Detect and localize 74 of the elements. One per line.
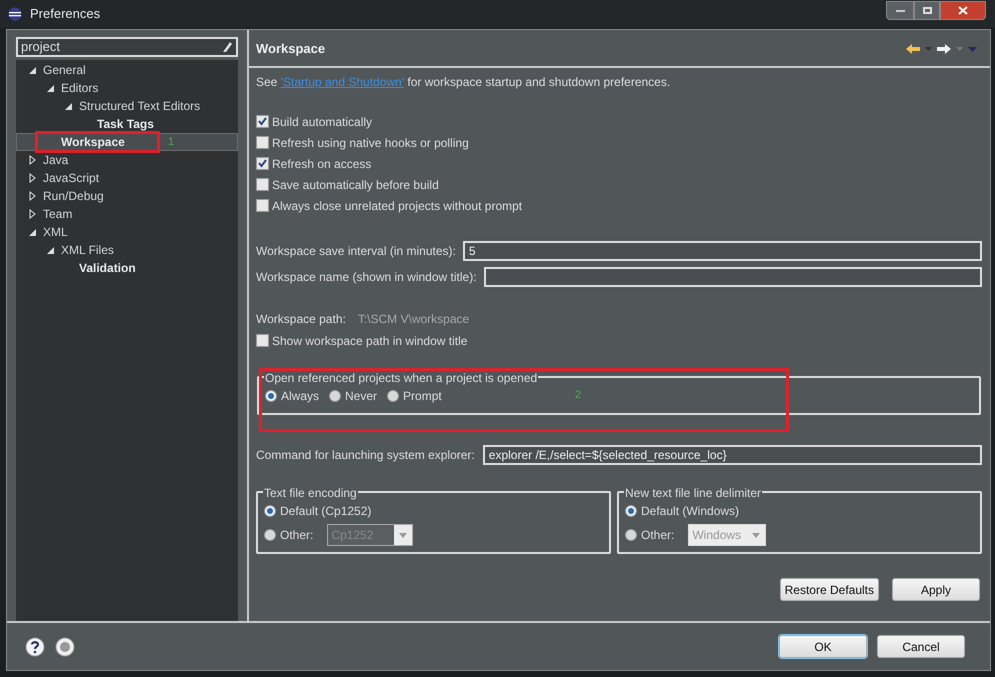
checkbox-label: Refresh on access xyxy=(272,156,372,172)
expanded-arrow-icon[interactable] xyxy=(46,84,54,92)
filter-field[interactable]: project xyxy=(16,37,238,57)
tree-item[interactable]: Java xyxy=(16,151,238,169)
collapsed-arrow-icon[interactable] xyxy=(28,155,36,165)
checkbox[interactable] xyxy=(256,178,269,191)
checkbox[interactable] xyxy=(256,115,269,128)
radio-button[interactable] xyxy=(329,390,342,402)
button[interactable]: Apply xyxy=(892,578,980,601)
tree-item[interactable]: Run/Debug xyxy=(16,187,238,205)
tree-item[interactable]: Editors xyxy=(16,79,238,97)
radio-button[interactable] xyxy=(625,529,637,541)
field-label: Workspace path: xyxy=(256,311,346,328)
intro-text: See 'Startup and Shutdown' for workspace startup and shutdown preferences. xyxy=(256,74,672,89)
checkbox[interactable] xyxy=(256,334,269,347)
radio-button[interactable] xyxy=(265,390,277,402)
radio-button[interactable] xyxy=(264,505,276,517)
window-title: Preferences xyxy=(30,5,100,24)
maximize-button[interactable] xyxy=(914,1,940,20)
expanded-arrow-icon[interactable] xyxy=(46,246,54,254)
radio-button[interactable] xyxy=(264,529,276,541)
tree-item[interactable]: Task Tags xyxy=(16,115,238,133)
tree-item[interactable]: General xyxy=(16,61,238,79)
input-field[interactable] xyxy=(484,267,982,287)
expanded-arrow-icon[interactable] xyxy=(28,66,36,74)
minimize-button[interactable] xyxy=(886,1,914,20)
radio-label: Other: xyxy=(641,527,674,544)
checkbox[interactable] xyxy=(256,136,269,149)
checkbox-label: Show workspace path in window title xyxy=(272,332,468,350)
expanded-arrow-icon[interactable] xyxy=(64,102,72,110)
radio-label: Prompt xyxy=(403,388,442,405)
close-button[interactable] xyxy=(940,1,986,20)
radio-label: Default (Cp1252) xyxy=(280,503,372,520)
collapsed-arrow-icon[interactable] xyxy=(28,173,36,183)
workspace-path: T:\SCM V\workspace xyxy=(358,311,470,328)
checkbox-label: Always close unrelated projects without prompt xyxy=(272,198,522,214)
tree-item[interactable]: Structured Text Editors xyxy=(16,97,238,115)
help-icon[interactable] xyxy=(25,636,45,656)
checkbox-label: Save automatically before build xyxy=(272,176,439,194)
checkbox[interactable] xyxy=(256,199,269,212)
radio-label: Other: xyxy=(280,527,314,544)
tree-item[interactable]: Validation xyxy=(16,259,238,277)
back-arrow-icon[interactable] xyxy=(906,44,920,54)
checkbox[interactable] xyxy=(256,157,269,170)
input-field[interactable]: explorer /E,/select=${selected_resource_loc} xyxy=(482,445,982,465)
button[interactable]: OK xyxy=(779,635,867,658)
tree-item[interactable]: XML Files xyxy=(16,241,238,259)
radio-label: Default (Windows) xyxy=(641,503,740,520)
input-field[interactable]: 5 xyxy=(462,241,982,261)
field-label: Command for launching system explorer: xyxy=(256,447,475,464)
page-title: Workspace xyxy=(256,40,326,58)
collapsed-arrow-icon[interactable] xyxy=(28,191,36,201)
radio-label: Always xyxy=(281,388,320,405)
forward-arrow-icon[interactable] xyxy=(937,44,951,54)
eclipse-icon xyxy=(8,7,22,21)
radio-button[interactable] xyxy=(387,390,400,402)
radio-label: Never xyxy=(345,388,378,405)
expanded-arrow-icon[interactable] xyxy=(28,228,36,236)
button[interactable]: Restore Defaults xyxy=(780,578,879,601)
collapsed-arrow-icon[interactable] xyxy=(28,209,36,219)
checkbox-label: Refresh using native hooks or polling xyxy=(272,134,469,152)
tree-item[interactable]: JavaScript xyxy=(16,169,238,187)
record-icon[interactable] xyxy=(55,636,75,656)
radio-button[interactable] xyxy=(625,505,637,517)
field-label: Workspace save interval (in minutes): xyxy=(256,243,456,260)
clear-icon[interactable] xyxy=(221,41,233,53)
annotation-number: 2 xyxy=(575,388,582,403)
checkbox-label: Build automatically xyxy=(272,114,372,130)
field-label: Workspace name (shown in window title): xyxy=(256,269,477,286)
annotation-number: 1 xyxy=(168,135,174,150)
tree-item[interactable]: XML xyxy=(16,223,238,241)
button[interactable]: Cancel xyxy=(877,635,965,658)
close-icon[interactable] xyxy=(958,6,968,15)
tree-item[interactable]: Team xyxy=(16,205,238,223)
